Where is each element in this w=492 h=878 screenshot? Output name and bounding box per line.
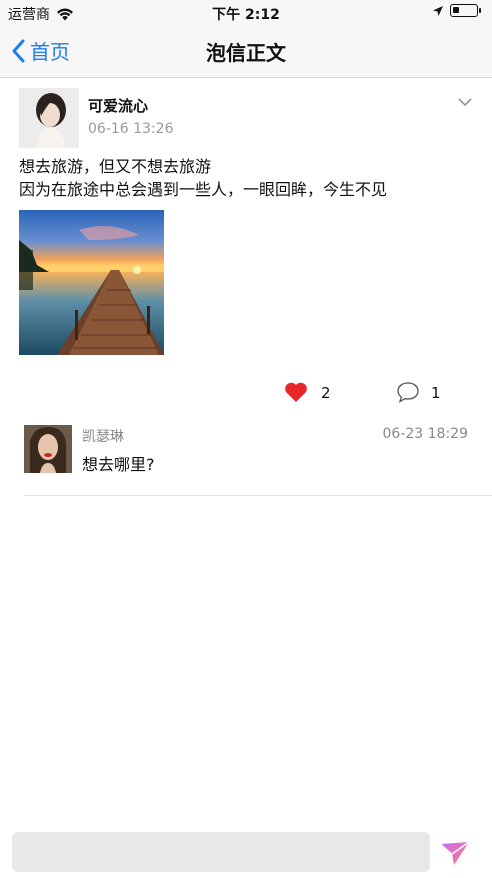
post-text-line: 想去旅游，但又不想去旅游: [19, 157, 212, 176]
nav-bar: 首页 泡信正文: [0, 24, 492, 78]
chevron-down-icon: [458, 98, 472, 107]
post-image[interactable]: [19, 210, 164, 355]
commenter-avatar[interactable]: [24, 425, 72, 473]
comment-timestamp: 06-23 18:29: [382, 426, 468, 442]
like-button[interactable]: [284, 381, 308, 407]
comment-text: 想去哪里?: [82, 455, 155, 474]
comment-input[interactable]: [12, 832, 430, 872]
status-bar: 运营商 下午 2:12: [0, 0, 492, 24]
status-time: 下午 2:12: [212, 7, 280, 23]
commenter-name[interactable]: 凯瑟琳: [82, 426, 124, 446]
comment-count: 1: [431, 384, 441, 402]
battery-level: [453, 7, 459, 13]
like-count: 2: [321, 384, 331, 402]
send-button[interactable]: [440, 840, 470, 870]
speech-bubble-icon: [397, 382, 419, 403]
post-author-avatar[interactable]: [19, 88, 79, 148]
location-arrow-icon: [433, 5, 443, 16]
comment-divider: [24, 495, 492, 496]
status-right: [432, 4, 481, 17]
heart-icon: [285, 382, 307, 402]
avatar-image: [24, 425, 72, 473]
battery-cap: [479, 8, 481, 13]
battery-icon: [450, 4, 481, 17]
post-text-line: 因为在旅途中总会遇到一些人，一眼回眸，今生不见: [19, 180, 388, 199]
comment-button[interactable]: [396, 381, 420, 407]
post-author-name[interactable]: 可爱流心: [88, 95, 148, 116]
post-timestamp: 06-16 13:26: [88, 121, 174, 137]
page-title: 泡信正文: [206, 41, 286, 65]
post-menu-button[interactable]: [458, 92, 472, 111]
avatar-image: [19, 88, 79, 148]
post-text: 想去旅游，但又不想去旅游 因为在旅途中总会遇到一些人，一眼回眸，今生不见: [19, 155, 387, 201]
lake-pier-photo: [19, 210, 164, 355]
paper-plane-icon: [440, 841, 470, 865]
